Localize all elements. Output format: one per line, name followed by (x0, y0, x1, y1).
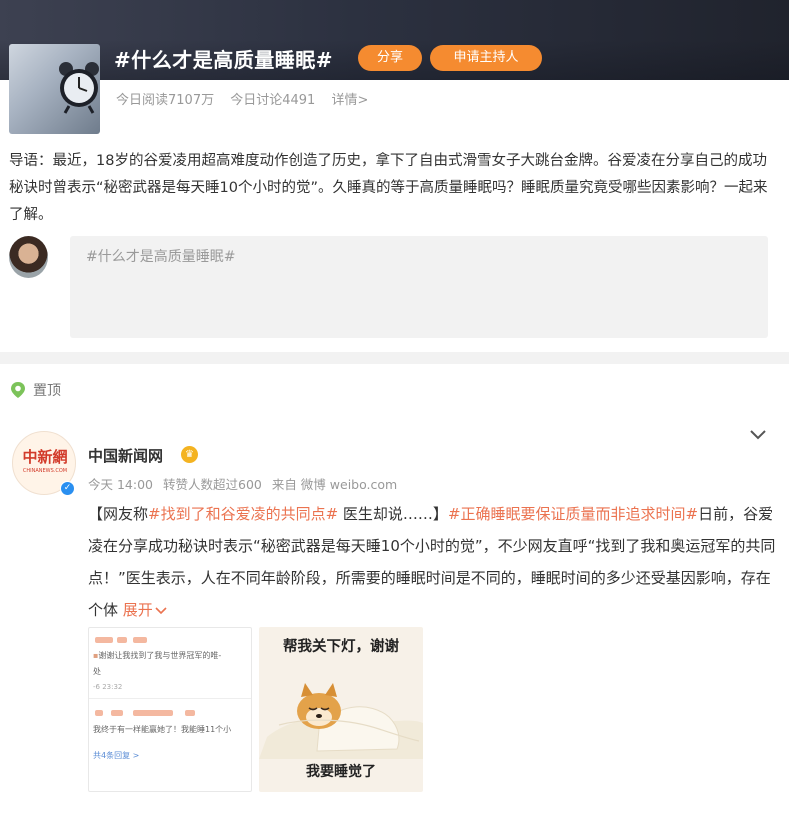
blurred-username (133, 710, 173, 716)
post-body: 【网友称#找到了和谷爱凌的共同点# 医生却说……】#正确睡眠要保证质量而非追求时… (88, 498, 778, 626)
post-meta: 今天 14:00 转赞人数超过600 来自 微博 weibo.com (88, 474, 403, 493)
topic-intro: 导语：最近，18岁的谷爱凌用超高难度动作创造了历史，拿下了自由式滑雪女子大跳台金… (9, 153, 768, 223)
post-time[interactable]: 今天 14:00 (88, 477, 153, 492)
current-user-avatar[interactable] (9, 236, 48, 278)
section-divider (0, 352, 789, 364)
chat-replies-link: 共4条回复 > (93, 751, 140, 760)
post-text-open: 【网友称 (88, 505, 149, 523)
poster-logo-subtext: CHINANEWS.COM (22, 468, 68, 474)
poster-name[interactable]: 中国新闻网 (88, 445, 163, 466)
topic-title: #什么才是高质量睡眠# (114, 48, 334, 72)
post-likes: 转赞人数超过600 (162, 477, 262, 492)
topic-stats: 今日阅读7107万 今日讨论4491 详情> (116, 89, 380, 108)
hashtag-sleep-quality[interactable]: #正确睡眠要保证质量而非追求时间# (448, 505, 698, 523)
post-source: 来自 微博 weibo.com (271, 477, 398, 492)
chat-comment-1-tail: 处 (93, 667, 101, 676)
blurred-username (133, 637, 147, 643)
post-text-mid: 医生却说……】 (338, 505, 448, 523)
chevron-down-icon[interactable] (749, 428, 767, 442)
verified-badge-icon: ✓ (60, 481, 75, 496)
meme-top-caption: 帮我关下灯，谢谢 (283, 639, 399, 655)
vip-crown-icon: ♛ (181, 446, 198, 463)
expand-chevron-icon (155, 607, 167, 615)
topic-cover-image (9, 44, 100, 134)
post-image-chat-screenshot[interactable]: ▪谢谢让我找到了我与世界冠军的唯- 处 -6 23:32 我终于有一样能赢她了！… (88, 627, 252, 792)
poster-logo-text: 中新網 (22, 448, 68, 466)
pin-icon (11, 382, 25, 398)
read-count: 今日阅读7107万 (116, 93, 215, 108)
chat-time-1: -6 23:32 (93, 683, 123, 691)
blurred-username (185, 710, 195, 716)
pinned-label: 置顶 (33, 383, 61, 399)
pinned-label-row: 置顶 (9, 380, 61, 400)
chat-comment-1: ▪谢谢让我找到了我与世界冠军的唯- (93, 651, 222, 660)
alarm-clock-icon (59, 62, 99, 114)
blurred-username (95, 637, 113, 643)
share-button[interactable]: 分享 (358, 45, 422, 71)
blurred-username (111, 710, 123, 716)
discussion-count: 今日讨论4491 (230, 93, 316, 108)
blurred-username (95, 710, 103, 716)
details-link[interactable]: 详情> (331, 93, 368, 108)
chat-comment-2: 我终于有一样能赢她了！我能睡11个小 (93, 725, 232, 734)
expand-link[interactable]: 展开 (123, 601, 167, 619)
comment-placeholder: #什么才是高质量睡眠# (86, 249, 236, 265)
blurred-username (117, 637, 127, 643)
sleeping-dog-illustration (259, 659, 423, 759)
meme-bottom-caption: 我要睡觉了 (306, 764, 376, 780)
hashtag-common-point[interactable]: #找到了和谷爱凌的共同点# (148, 505, 338, 523)
chat-divider (89, 698, 251, 699)
apply-host-button[interactable]: 申请主持人 (430, 45, 542, 71)
post-image-meme[interactable]: 帮我关下灯，谢谢 我要睡觉了 (259, 627, 423, 792)
comment-input[interactable]: #什么才是高质量睡眠# (70, 236, 768, 338)
